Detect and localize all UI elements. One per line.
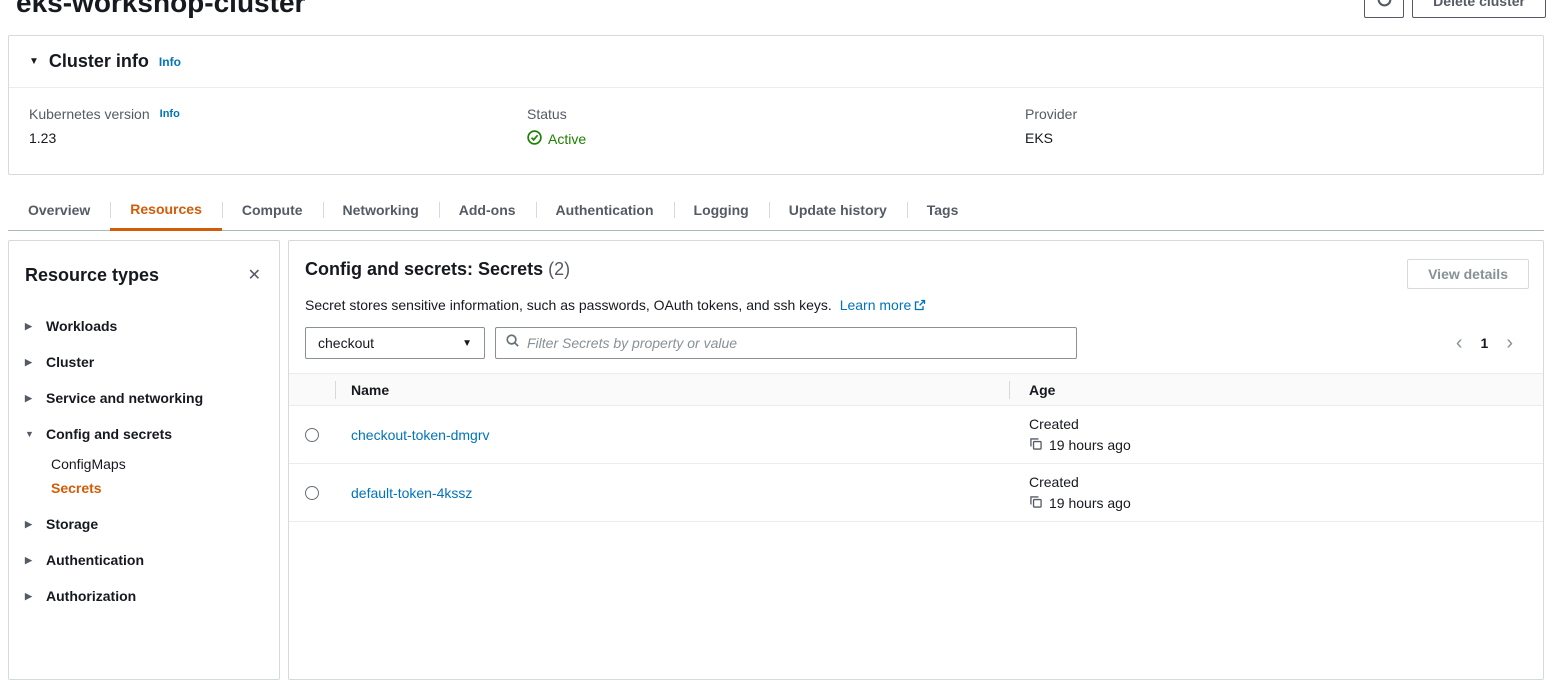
tab-add-ons[interactable]: Add-ons — [439, 189, 536, 230]
close-panel-button[interactable]: ✕ — [246, 266, 263, 286]
sidebar-item-service-and-networking[interactable]: ▶ Service and networking — [9, 380, 279, 416]
cluster-info-body: Kubernetes version Info 1.23 Status Acti… — [9, 88, 1543, 174]
secret-name-link[interactable]: checkout-token-dmgrv — [351, 427, 490, 443]
cluster-info-section: ▼ Cluster info Info Kubernetes version I… — [8, 35, 1544, 175]
created-label: Created — [1029, 416, 1543, 432]
tab-tags[interactable]: Tags — [907, 189, 979, 230]
field-kubernetes-version: Kubernetes version Info 1.23 — [29, 106, 527, 148]
resource-types-tree: ▶ Workloads ▶ Cluster ▶ Service and netw… — [9, 298, 279, 614]
secrets-panel: Config and secrets: Secrets (2) View det… — [288, 240, 1544, 680]
tab-overview[interactable]: Overview — [8, 189, 110, 230]
provider-label: Provider — [1025, 106, 1077, 122]
field-status: Status Active — [527, 106, 1025, 148]
status-label: Status — [527, 106, 567, 122]
tab-authentication[interactable]: Authentication — [536, 189, 674, 230]
copy-icon[interactable] — [1029, 495, 1043, 512]
chevron-right-icon: ▶ — [25, 357, 35, 368]
sidebar-item-secrets[interactable]: Secrets — [9, 476, 279, 500]
kubernetes-version-info-link[interactable]: Info — [160, 108, 180, 120]
field-provider: Provider EKS — [1025, 106, 1523, 148]
status-badge: Active — [548, 131, 586, 147]
secrets-search-box — [495, 327, 1077, 359]
cluster-tabs: Overview Resources Compute Networking Ad… — [8, 189, 1544, 231]
column-header-age: Age — [1009, 382, 1543, 398]
view-details-button[interactable]: View details — [1407, 259, 1529, 289]
external-link-icon — [914, 298, 926, 314]
sidebar-item-config-and-secrets[interactable]: ▼ Config and secrets — [9, 416, 279, 452]
tab-resources[interactable]: Resources — [110, 189, 222, 231]
caret-down-icon: ▼ — [462, 338, 472, 349]
chevron-right-icon: ▶ — [25, 519, 35, 530]
sidebar-item-workloads[interactable]: ▶ Workloads — [9, 308, 279, 344]
created-label: Created — [1029, 474, 1543, 490]
secret-name-link[interactable]: default-token-4kssz — [351, 485, 472, 501]
provider-value: EKS — [1025, 130, 1523, 146]
cluster-info-title: Cluster info — [49, 51, 149, 72]
age-value: 19 hours ago — [1049, 495, 1131, 511]
chevron-right-icon: ▶ — [25, 555, 35, 566]
page-title: eks-workshop-cluster — [16, 0, 305, 20]
header-actions: Delete cluster — [1364, 0, 1546, 18]
search-input[interactable] — [527, 335, 1072, 351]
pagination-prev-button[interactable]: ‹ — [1454, 333, 1465, 353]
chevron-right-icon: ▶ — [25, 393, 35, 404]
tab-logging[interactable]: Logging — [674, 189, 769, 230]
kubernetes-version-value: 1.23 — [29, 130, 527, 146]
cluster-info-info-link[interactable]: Info — [159, 55, 181, 69]
table-row: default-token-4kssz Created 19 hours ago — [289, 464, 1543, 522]
table-row: checkout-token-dmgrv Created 19 hours ag… — [289, 406, 1543, 464]
sidebar-item-configmaps[interactable]: ConfigMaps — [9, 452, 279, 476]
close-icon: ✕ — [248, 267, 261, 284]
age-value: 19 hours ago — [1049, 437, 1131, 453]
secrets-count: (2) — [548, 259, 570, 279]
tab-compute[interactable]: Compute — [222, 189, 323, 230]
chevron-right-icon: ▶ — [25, 321, 35, 332]
column-header-name: Name — [335, 382, 1009, 398]
pagination-page-1[interactable]: 1 — [1481, 335, 1489, 351]
search-icon — [505, 333, 520, 353]
cluster-info-header[interactable]: ▼ Cluster info Info — [9, 36, 1543, 88]
chevron-down-icon: ▼ — [25, 429, 35, 439]
secrets-description: Secret stores sensitive information, suc… — [305, 297, 832, 313]
refresh-icon — [1376, 0, 1393, 11]
copy-icon[interactable] — [1029, 437, 1043, 454]
row-select-radio[interactable] — [305, 428, 319, 442]
kubernetes-version-label: Kubernetes version — [29, 106, 150, 122]
filter-type-value: checkout — [318, 335, 374, 351]
tab-update-history[interactable]: Update history — [769, 189, 907, 230]
sidebar-item-cluster[interactable]: ▶ Cluster — [9, 344, 279, 380]
secrets-panel-title: Config and secrets: Secrets — [305, 259, 543, 279]
pagination: ‹ 1 › — [1454, 333, 1529, 353]
chevron-right-icon: ▶ — [25, 591, 35, 602]
sidebar-item-authorization[interactable]: ▶ Authorization — [9, 578, 279, 614]
resource-types-panel: Resource types ✕ ▶ Workloads ▶ Cluster ▶… — [8, 240, 280, 680]
sidebar-item-storage[interactable]: ▶ Storage — [9, 506, 279, 542]
delete-cluster-button[interactable]: Delete cluster — [1412, 0, 1546, 18]
page-header: eks-workshop-cluster Delete cluster — [0, 0, 1552, 26]
sidebar-item-authentication[interactable]: ▶ Authentication — [9, 542, 279, 578]
status-active-icon — [527, 130, 542, 148]
refresh-button[interactable] — [1364, 0, 1404, 18]
pagination-next-button[interactable]: › — [1504, 333, 1515, 353]
tab-networking[interactable]: Networking — [323, 189, 439, 230]
resource-types-title: Resource types — [25, 265, 159, 286]
table-header-row: Name Age — [289, 373, 1543, 406]
collapse-triangle-icon: ▼ — [29, 56, 39, 67]
filter-type-dropdown[interactable]: checkout ▼ — [305, 327, 485, 359]
learn-more-link[interactable]: Learn more — [840, 297, 927, 313]
row-select-radio[interactable] — [305, 486, 319, 500]
